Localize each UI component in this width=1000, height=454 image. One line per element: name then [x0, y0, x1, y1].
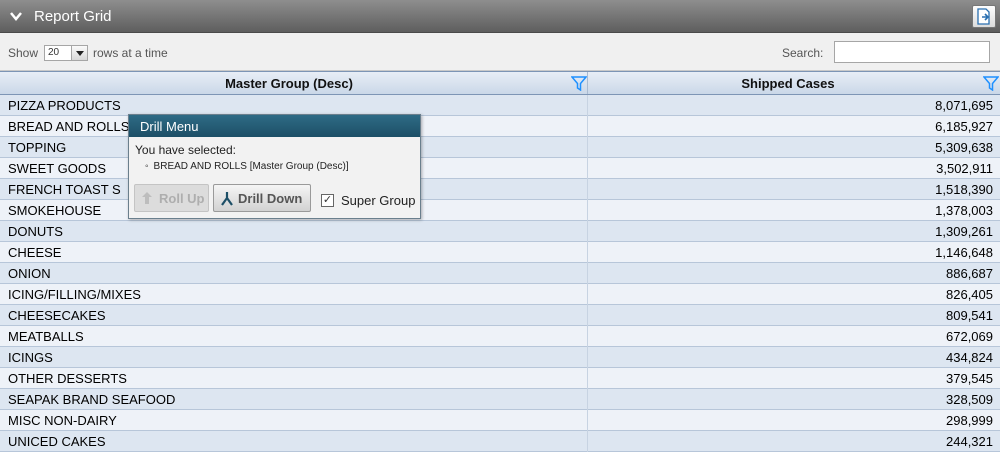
column-divider [587, 263, 588, 284]
super-group-label: Super Group [341, 193, 416, 208]
super-group-checkbox[interactable]: ✓ [321, 194, 334, 207]
shipped-cases-cell: 5,309,638 [935, 140, 993, 155]
shipped-cases-cell: 1,518,390 [935, 182, 993, 197]
master-group-cell[interactable]: BREAD AND ROLLS [8, 119, 129, 134]
master-group-cell[interactable]: SEAPAK BRAND SEAFOOD [8, 392, 175, 407]
table-row[interactable]: MEATBALLS 672,069 [0, 326, 1000, 347]
search-input[interactable] [834, 41, 990, 63]
report-grid-titlebar: Report Grid [0, 0, 1000, 33]
drill-down-button[interactable]: Drill Down [213, 184, 311, 212]
table-row[interactable]: OTHER DESSERTS 379,545 [0, 368, 1000, 389]
shipped-cases-cell: 886,687 [946, 266, 993, 281]
master-group-cell[interactable]: PIZZA PRODUCTS [8, 98, 121, 113]
master-group-cell[interactable]: SMOKEHOUSE [8, 203, 101, 218]
table-row[interactable]: CHEESECAKES 809,541 [0, 305, 1000, 326]
column-divider [587, 221, 588, 242]
table-row[interactable]: MISC NON-DAIRY 298,999 [0, 410, 1000, 431]
shipped-cases-cell: 3,502,911 [936, 161, 993, 176]
master-group-cell[interactable]: ICINGS [8, 350, 53, 365]
shipped-cases-cell: 672,069 [946, 329, 993, 344]
shipped-cases-cell: 328,509 [946, 392, 993, 407]
roll-up-button[interactable]: Roll Up [134, 184, 209, 212]
column-divider [587, 179, 588, 200]
export-icon [977, 8, 990, 25]
column-header-shipped-cases[interactable]: Shipped Cases [588, 76, 988, 91]
shipped-cases-cell: 1,309,261 [935, 224, 993, 239]
shipped-cases-cell: 379,545 [946, 371, 993, 386]
filter-icon[interactable] [571, 76, 587, 91]
panel-title: Report Grid [34, 8, 112, 25]
master-group-cell[interactable]: CHEESE [8, 245, 61, 260]
shipped-cases-cell: 826,405 [946, 287, 993, 302]
drill-down-icon [221, 192, 233, 206]
table-row[interactable]: ICING/FILLING/MIXES 826,405 [0, 284, 1000, 305]
column-divider [587, 158, 588, 179]
master-group-cell[interactable]: OTHER DESSERTS [8, 371, 127, 386]
column-divider [587, 137, 588, 158]
column-divider [587, 389, 588, 410]
drill-menu-title: Drill Menu [140, 119, 199, 134]
shipped-cases-cell: 809,541 [946, 308, 993, 323]
table-row[interactable]: UNICED CAKES 244,321 [0, 431, 1000, 452]
table-row[interactable]: SEAPAK BRAND SEAFOOD 328,509 [0, 389, 1000, 410]
table-row[interactable]: PIZZA PRODUCTS 8,071,695 [0, 95, 1000, 116]
grid-header-row: Master Group (Desc) Shipped Cases [0, 71, 1000, 95]
grid-toolbar: Show 20 rows at a time Search: [0, 33, 1000, 71]
show-label: Show [8, 46, 39, 60]
drill-down-label: Drill Down [238, 191, 303, 206]
column-divider [587, 284, 588, 305]
rows-per-page-select[interactable]: 20 [44, 45, 88, 61]
roll-up-icon [142, 192, 152, 204]
roll-up-label: Roll Up [159, 191, 205, 206]
shipped-cases-cell: 1,378,003 [935, 203, 993, 218]
column-divider [587, 305, 588, 326]
master-group-cell[interactable]: TOPPING [8, 140, 66, 155]
table-row[interactable]: ICINGS 434,824 [0, 347, 1000, 368]
column-divider [587, 326, 588, 347]
master-group-cell[interactable]: SWEET GOODS [8, 161, 106, 176]
column-divider [587, 410, 588, 431]
drill-menu-header: Drill Menu [129, 115, 420, 137]
export-button[interactable] [972, 5, 996, 28]
column-divider [587, 200, 588, 221]
chevron-down-icon[interactable] [9, 9, 23, 23]
shipped-cases-cell: 298,999 [946, 413, 993, 428]
selection-label: You have selected: [135, 143, 236, 157]
column-divider [587, 116, 588, 137]
master-group-cell[interactable]: ICING/FILLING/MIXES [8, 287, 141, 302]
column-divider [587, 242, 588, 263]
column-divider [587, 431, 588, 452]
column-divider [587, 95, 588, 116]
shipped-cases-cell: 434,824 [946, 350, 993, 365]
selected-item: BREAD AND ROLLS [Master Group (Desc)] [145, 161, 349, 172]
shipped-cases-cell: 6,185,927 [935, 119, 993, 134]
master-group-cell[interactable]: ONION [8, 266, 51, 281]
drill-menu-popup: Drill Menu You have selected: BREAD AND … [128, 114, 421, 219]
master-group-cell[interactable]: FRENCH TOAST S [8, 182, 121, 197]
column-divider [587, 368, 588, 389]
shipped-cases-cell: 1,146,648 [935, 245, 993, 260]
rows-per-page-value: 20 [48, 47, 60, 58]
search-label: Search: [782, 46, 824, 60]
table-row[interactable]: CHEESE 1,146,648 [0, 242, 1000, 263]
master-group-cell[interactable]: UNICED CAKES [8, 434, 106, 449]
shipped-cases-cell: 8,071,695 [935, 98, 993, 113]
master-group-cell[interactable]: DONUTS [8, 224, 63, 239]
filter-icon[interactable] [983, 76, 999, 91]
table-row[interactable]: DONUTS 1,309,261 [0, 221, 1000, 242]
checkbox-checked-icon: ✓ [322, 194, 333, 206]
column-header-master-group[interactable]: Master Group (Desc) [0, 76, 578, 91]
master-group-cell[interactable]: CHEESECAKES [8, 308, 106, 323]
column-divider [587, 347, 588, 368]
chevron-down-icon[interactable] [71, 46, 87, 60]
master-group-cell[interactable]: MEATBALLS [8, 329, 84, 344]
master-group-cell[interactable]: MISC NON-DAIRY [8, 413, 117, 428]
rows-suffix-label: rows at a time [93, 46, 168, 60]
shipped-cases-cell: 244,321 [946, 434, 993, 449]
table-row[interactable]: ONION 886,687 [0, 263, 1000, 284]
